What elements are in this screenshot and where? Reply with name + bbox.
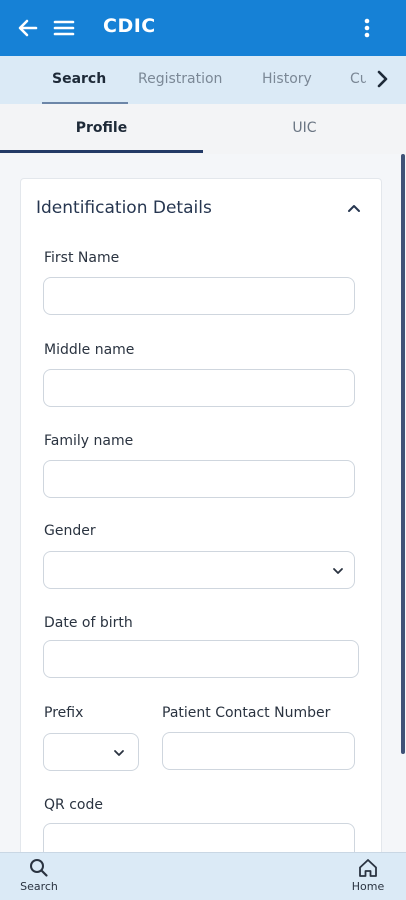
tab-registration[interactable]: Registration (138, 56, 222, 104)
hamburger-menu-icon[interactable] (50, 14, 78, 42)
scrollbar[interactable] (401, 154, 405, 754)
middle-name-field[interactable] (43, 369, 355, 407)
middle-name-label: Middle name (44, 342, 135, 358)
chevron-right-icon[interactable] (366, 56, 406, 104)
app-title: CDIC (103, 15, 156, 37)
date-of-birth-label: Date of birth (44, 615, 133, 631)
nav-home[interactable]: Home (338, 857, 398, 900)
bottom-navigation: Search Home (0, 852, 406, 900)
gender-select[interactable] (43, 551, 355, 589)
prefix-label: Prefix (44, 705, 84, 721)
kebab-menu-icon[interactable] (356, 14, 378, 42)
search-icon (9, 857, 69, 879)
sub-tab-bar: Profile UIC (0, 104, 406, 154)
nav-search[interactable]: Search (9, 857, 69, 900)
subtab-profile[interactable]: Profile (0, 104, 203, 154)
contact-number-field[interactable] (162, 732, 355, 770)
arrow-left-icon[interactable] (14, 14, 42, 42)
tab-search[interactable]: Search (52, 56, 106, 104)
nav-home-label: Home (351, 880, 385, 893)
first-name-label: First Name (44, 250, 120, 266)
family-name-label: Family name (44, 433, 134, 449)
nav-search-label: Search (20, 880, 58, 893)
chevron-up-icon[interactable] (346, 201, 362, 217)
app-bar: CDIC (0, 0, 406, 56)
main-tab-bar: Search Registration History Cu (0, 56, 406, 104)
family-name-field[interactable] (43, 460, 355, 498)
prefix-select[interactable] (43, 733, 139, 771)
subtab-uic[interactable]: UIC (203, 104, 406, 154)
home-icon (338, 857, 398, 879)
active-subtab-indicator (0, 150, 203, 153)
date-of-birth-field[interactable] (43, 640, 359, 678)
gender-label: Gender (44, 523, 96, 539)
qr-code-label: QR code (44, 797, 103, 813)
chevron-down-icon (112, 746, 126, 760)
section-title: Identification Details (36, 198, 212, 218)
tab-history[interactable]: History (262, 56, 312, 104)
chevron-down-icon (331, 564, 345, 578)
first-name-field[interactable] (43, 277, 355, 315)
contact-number-label: Patient Contact Number (162, 705, 331, 721)
